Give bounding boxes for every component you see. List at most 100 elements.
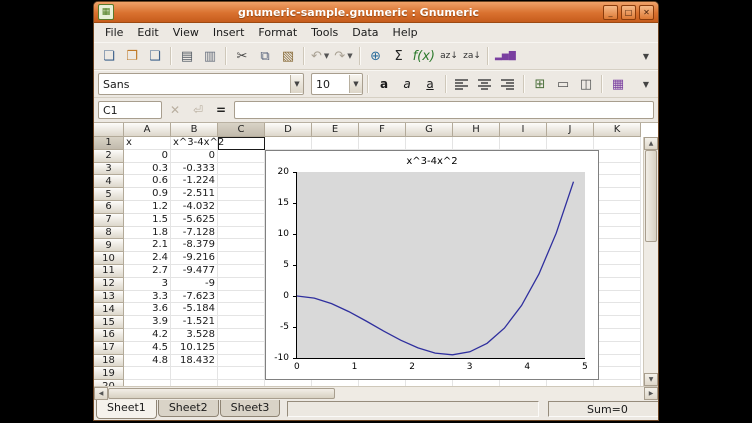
cell-E20[interactable] bbox=[312, 380, 359, 386]
column-header-J[interactable]: J bbox=[547, 123, 594, 137]
cell-A11[interactable]: 2.7 bbox=[124, 265, 171, 278]
cell-A10[interactable]: 2.4 bbox=[124, 252, 171, 265]
cell-B8[interactable]: -7.128 bbox=[171, 227, 218, 240]
cell-A4[interactable]: 0.6 bbox=[124, 175, 171, 188]
cell-K20[interactable] bbox=[594, 380, 641, 386]
cell-B17[interactable]: 10.125 bbox=[171, 342, 218, 355]
cell-C14[interactable] bbox=[218, 303, 265, 316]
row-header-6[interactable]: 6 bbox=[94, 201, 124, 214]
row-header-3[interactable]: 3 bbox=[94, 163, 124, 176]
cell-A16[interactable]: 4.2 bbox=[124, 329, 171, 342]
cell-A15[interactable]: 3.9 bbox=[124, 316, 171, 329]
cell-K6[interactable] bbox=[594, 201, 641, 214]
cell-B5[interactable]: -2.511 bbox=[171, 188, 218, 201]
new-file-button[interactable]: ❏ bbox=[98, 45, 120, 67]
row-header-2[interactable]: 2 bbox=[94, 150, 124, 163]
font-size-select[interactable]: 10 ▼ bbox=[311, 73, 363, 95]
cell-A1[interactable]: x bbox=[124, 137, 171, 150]
font-name-select[interactable]: Sans ▼ bbox=[98, 73, 304, 95]
menu-file[interactable]: File bbox=[98, 25, 130, 40]
cell-B16[interactable]: 3.528 bbox=[171, 329, 218, 342]
cell-K5[interactable] bbox=[594, 188, 641, 201]
redo-button[interactable]: ↷▼ bbox=[332, 45, 354, 67]
accept-entry-button[interactable]: ⏎ bbox=[188, 100, 208, 120]
horizontal-scroll-track[interactable] bbox=[335, 387, 644, 400]
cell-B11[interactable]: -9.477 bbox=[171, 265, 218, 278]
cell-C12[interactable] bbox=[218, 278, 265, 291]
cell-C9[interactable] bbox=[218, 239, 265, 252]
hyperlink-button[interactable]: ⊕ bbox=[365, 45, 387, 67]
cell-A7[interactable]: 1.5 bbox=[124, 214, 171, 227]
undo-button[interactable]: ↶▼ bbox=[309, 45, 331, 67]
cell-D1[interactable] bbox=[265, 137, 312, 150]
cell-K17[interactable] bbox=[594, 342, 641, 355]
cell-B9[interactable]: -8.379 bbox=[171, 239, 218, 252]
cell-B2[interactable]: 0 bbox=[171, 150, 218, 163]
cell-F1[interactable] bbox=[359, 137, 406, 150]
vertical-scroll-thumb[interactable] bbox=[645, 150, 657, 242]
autosum-button[interactable]: Σ bbox=[388, 45, 410, 67]
row-header-13[interactable]: 13 bbox=[94, 291, 124, 304]
scroll-right-arrow-icon[interactable]: ▶ bbox=[644, 387, 658, 400]
cell-B10[interactable]: -9.216 bbox=[171, 252, 218, 265]
cell-K16[interactable] bbox=[594, 329, 641, 342]
cell-F20[interactable] bbox=[359, 380, 406, 386]
column-header-H[interactable]: H bbox=[453, 123, 500, 137]
chevron-down-icon[interactable]: ▼ bbox=[324, 52, 329, 60]
cell-C16[interactable] bbox=[218, 329, 265, 342]
cell-reference-box[interactable]: C1 bbox=[98, 101, 162, 119]
chart-button[interactable]: ▂▅▇ bbox=[493, 45, 518, 67]
scroll-left-arrow-icon[interactable]: ◀ bbox=[94, 387, 108, 400]
cell-B12[interactable]: -9 bbox=[171, 278, 218, 291]
row-header-11[interactable]: 11 bbox=[94, 265, 124, 278]
borders-button[interactable]: ▦ bbox=[607, 73, 629, 95]
cell-A19[interactable] bbox=[124, 367, 171, 380]
row-header-5[interactable]: 5 bbox=[94, 188, 124, 201]
cell-C2[interactable] bbox=[218, 150, 265, 163]
align-left-button[interactable] bbox=[451, 73, 473, 95]
cell-K12[interactable] bbox=[594, 278, 641, 291]
cell-B13[interactable]: -7.623 bbox=[171, 291, 218, 304]
cell-A5[interactable]: 0.9 bbox=[124, 188, 171, 201]
cell-K19[interactable] bbox=[594, 367, 641, 380]
cell-K10[interactable] bbox=[594, 252, 641, 265]
bold-button[interactable]: a bbox=[373, 73, 395, 95]
cell-J1[interactable] bbox=[547, 137, 594, 150]
cell-K11[interactable] bbox=[594, 265, 641, 278]
cell-K15[interactable] bbox=[594, 316, 641, 329]
underline-button[interactable]: a bbox=[419, 73, 441, 95]
cell-K13[interactable] bbox=[594, 291, 641, 304]
cell-C19[interactable] bbox=[218, 367, 265, 380]
cell-C1[interactable] bbox=[218, 137, 265, 150]
close-button[interactable]: ✕ bbox=[639, 5, 654, 20]
row-header-12[interactable]: 12 bbox=[94, 278, 124, 291]
cell-H1[interactable] bbox=[453, 137, 500, 150]
print-button[interactable]: ▤ bbox=[176, 45, 198, 67]
cell-B1[interactable]: x^3-4x^2 bbox=[171, 137, 218, 150]
column-header-K[interactable]: K bbox=[594, 123, 641, 137]
row-header-16[interactable]: 16 bbox=[94, 329, 124, 342]
row-header-20[interactable]: 20 bbox=[94, 380, 124, 386]
cell-B15[interactable]: -1.521 bbox=[171, 316, 218, 329]
cell-B18[interactable]: 18.432 bbox=[171, 355, 218, 368]
menu-edit[interactable]: Edit bbox=[130, 25, 165, 40]
column-header-C[interactable]: C bbox=[218, 123, 265, 137]
minimize-button[interactable]: _ bbox=[603, 5, 618, 20]
cell-B3[interactable]: -0.333 bbox=[171, 163, 218, 176]
tab-scroll-area[interactable] bbox=[287, 401, 539, 417]
row-header-4[interactable]: 4 bbox=[94, 175, 124, 188]
embedded-chart[interactable]: x^3-4x^2 20151050-5-10 012345 bbox=[265, 150, 599, 380]
equals-button[interactable]: = bbox=[211, 100, 231, 120]
cell-B14[interactable]: -5.184 bbox=[171, 303, 218, 316]
cell-G1[interactable] bbox=[406, 137, 453, 150]
row-header-18[interactable]: 18 bbox=[94, 355, 124, 368]
cell-C10[interactable] bbox=[218, 252, 265, 265]
cell-J20[interactable] bbox=[547, 380, 594, 386]
cell-C6[interactable] bbox=[218, 201, 265, 214]
menu-view[interactable]: View bbox=[166, 25, 206, 40]
cell-C5[interactable] bbox=[218, 188, 265, 201]
row-header-10[interactable]: 10 bbox=[94, 252, 124, 265]
cell-B19[interactable] bbox=[171, 367, 218, 380]
cell-K2[interactable] bbox=[594, 150, 641, 163]
cell-A12[interactable]: 3 bbox=[124, 278, 171, 291]
